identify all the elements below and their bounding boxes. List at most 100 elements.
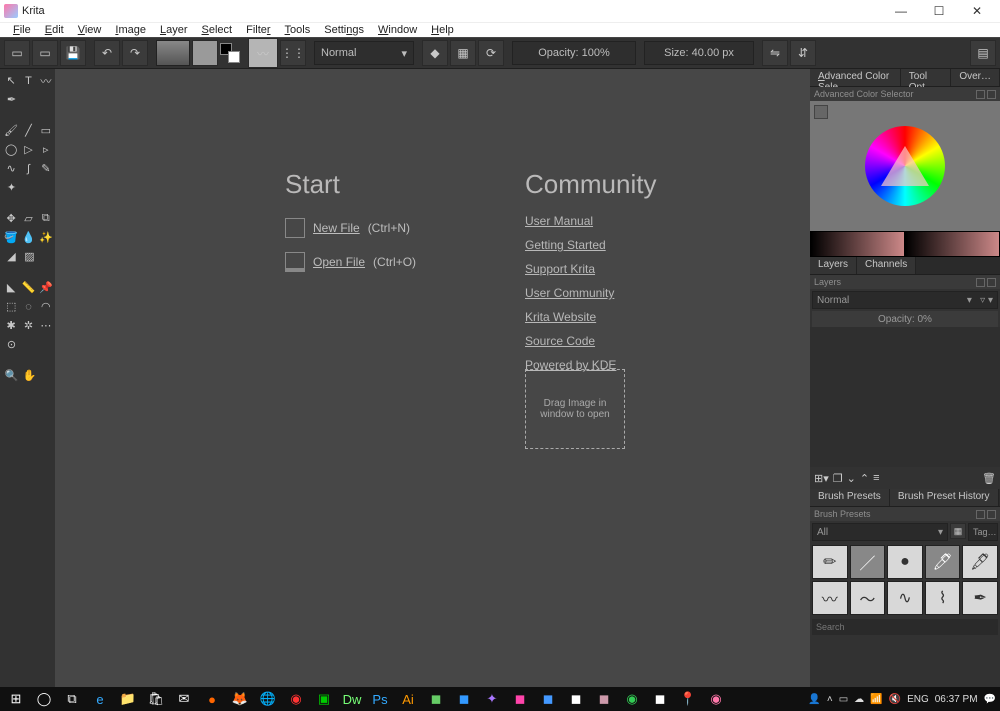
menu-view[interactable]: View bbox=[71, 23, 109, 37]
select-magnetic-tool[interactable]: ⊙ bbox=[4, 337, 19, 352]
brush-tool[interactable]: 🖌 bbox=[4, 123, 18, 138]
brush-preset[interactable]: 〰 bbox=[812, 581, 848, 615]
menu-edit[interactable]: Edit bbox=[38, 23, 71, 37]
freehand-path-tool[interactable]: ∫ bbox=[21, 161, 35, 176]
undo-button[interactable]: ↶ bbox=[94, 40, 120, 66]
brush-tag-filter[interactable]: All▾ bbox=[812, 523, 948, 541]
explorer-icon[interactable]: 📁 bbox=[116, 687, 140, 711]
app-icon[interactable]: ◼ bbox=[424, 687, 448, 711]
people-icon[interactable]: 👤 bbox=[808, 694, 820, 705]
mail-icon[interactable]: ✉ bbox=[172, 687, 196, 711]
layers-list[interactable] bbox=[810, 327, 1000, 467]
brush-editor-button[interactable]: ⋮⋮ bbox=[280, 40, 306, 66]
chrome-icon[interactable]: 🌐 bbox=[256, 687, 280, 711]
brush-preset[interactable]: 〜 bbox=[850, 581, 886, 615]
app-icon[interactable]: ◼ bbox=[536, 687, 560, 711]
battery-icon[interactable]: ▭ bbox=[839, 694, 848, 705]
opacity-slider[interactable]: Opacity: 100% bbox=[512, 41, 636, 65]
select-rect-tool[interactable]: ⬚ bbox=[4, 299, 18, 314]
app-icon[interactable]: ◼ bbox=[564, 687, 588, 711]
menu-file[interactable]: File bbox=[6, 23, 38, 37]
select-contiguous-tool[interactable]: ✱ bbox=[4, 318, 18, 333]
add-layer-button[interactable]: ⊞▾ bbox=[814, 472, 829, 485]
app-icon[interactable]: ◼ bbox=[648, 687, 672, 711]
move-tool[interactable]: ✥ bbox=[4, 211, 18, 226]
app-icon[interactable]: ▣ bbox=[312, 687, 336, 711]
reload-preset-button[interactable]: ⟳ bbox=[478, 40, 504, 66]
app-icon[interactable]: ◼ bbox=[592, 687, 616, 711]
gradient-swatch[interactable] bbox=[156, 40, 190, 66]
edge-icon[interactable]: e bbox=[88, 687, 112, 711]
menu-window[interactable]: Window bbox=[371, 23, 424, 37]
menu-image[interactable]: Image bbox=[108, 23, 153, 37]
transform-tool2[interactable]: ▱ bbox=[21, 211, 35, 226]
dyna-tool[interactable]: ✎ bbox=[39, 161, 53, 176]
duplicate-layer-button[interactable]: ❐ bbox=[833, 472, 843, 485]
start-menu-button[interactable]: ⊞ bbox=[4, 687, 28, 711]
brush-preset[interactable]: 🖋 bbox=[962, 545, 998, 579]
select-ellipse-tool[interactable]: ◌ bbox=[21, 299, 35, 314]
layer-opacity[interactable]: Opacity: 0% bbox=[812, 311, 998, 327]
krita-taskbar-icon[interactable]: ◉ bbox=[704, 687, 728, 711]
app-icon[interactable]: 📍 bbox=[676, 687, 700, 711]
pan-tool[interactable]: ✋ bbox=[22, 368, 37, 383]
mirror-v-button[interactable]: ⇵ bbox=[790, 40, 816, 66]
zoom-tool[interactable]: 🔍 bbox=[4, 368, 19, 383]
panel-float-icon[interactable] bbox=[976, 278, 985, 287]
reference-tool[interactable]: 📌 bbox=[39, 280, 53, 295]
multibrush-tool[interactable]: ✦ bbox=[4, 180, 19, 195]
text-tool[interactable]: T bbox=[21, 73, 35, 88]
menu-help[interactable]: Help bbox=[424, 23, 461, 37]
menu-layer[interactable]: Layer bbox=[153, 23, 195, 37]
open-file-link[interactable]: Open File (Ctrl+O) bbox=[285, 252, 416, 272]
crop-tool[interactable]: ⧉ bbox=[39, 211, 53, 226]
tab-tool-options[interactable]: Tool Opt… bbox=[901, 69, 952, 86]
pattern-swatch[interactable] bbox=[192, 40, 218, 66]
transform-tool[interactable]: ↖ bbox=[4, 73, 18, 88]
delete-layer-button[interactable]: 🗑 bbox=[982, 472, 996, 485]
eraser-mode-button[interactable]: ◆ bbox=[422, 40, 448, 66]
brush-preset[interactable]: 🖊 bbox=[925, 545, 961, 579]
brush-preset[interactable]: ✏ bbox=[812, 545, 848, 579]
fg-bg-colors[interactable] bbox=[220, 43, 240, 63]
tab-brush-history[interactable]: Brush Preset History bbox=[890, 489, 999, 506]
link-user-manual[interactable]: User Manual bbox=[525, 214, 656, 228]
menu-settings[interactable]: Settings bbox=[317, 23, 371, 37]
app-icon[interactable]: ◼ bbox=[508, 687, 532, 711]
link-krita-website[interactable]: Krita Website bbox=[525, 310, 656, 324]
app-icon[interactable]: ● bbox=[200, 687, 224, 711]
rect-tool[interactable]: ▭ bbox=[39, 123, 53, 138]
wifi-icon[interactable]: 📶 bbox=[870, 694, 882, 705]
brush-search[interactable]: Search bbox=[812, 619, 998, 635]
layer-properties-button[interactable]: ≡ bbox=[873, 472, 879, 484]
language-indicator[interactable]: ENG bbox=[907, 694, 929, 705]
link-user-community[interactable]: User Community bbox=[525, 286, 656, 300]
ellipse-tool[interactable]: ◯ bbox=[4, 142, 18, 157]
smart-patch-tool[interactable]: ✨ bbox=[39, 230, 53, 245]
brush-preset-button[interactable]: 〰 bbox=[248, 38, 278, 68]
pattern-tool[interactable]: ▨ bbox=[22, 249, 37, 264]
illustrator-icon[interactable]: Ai bbox=[396, 687, 420, 711]
brush-preset[interactable]: ∿ bbox=[887, 581, 923, 615]
tab-brush-presets[interactable]: Brush Presets bbox=[810, 489, 890, 506]
workspace-button[interactable]: ▤ bbox=[970, 40, 996, 66]
polygon-tool[interactable]: ▷ bbox=[21, 142, 35, 157]
line-tool[interactable]: ╱ bbox=[21, 123, 35, 138]
gradient-tool[interactable]: ◢ bbox=[4, 249, 19, 264]
link-support-krita[interactable]: Support Krita bbox=[525, 262, 656, 276]
chevron-up-icon[interactable]: ˄ bbox=[827, 694, 833, 705]
panel-float-icon[interactable] bbox=[976, 510, 985, 519]
whatsapp-icon[interactable]: ◉ bbox=[620, 687, 644, 711]
alpha-lock-button[interactable]: ▦ bbox=[450, 40, 476, 66]
mirror-h-button[interactable]: ⇋ bbox=[762, 40, 788, 66]
panel-close-icon[interactable] bbox=[987, 278, 996, 287]
brush-view-grid-icon[interactable]: ▦ bbox=[950, 523, 966, 539]
fill-tool[interactable]: 🪣 bbox=[4, 230, 18, 245]
panel-close-icon[interactable] bbox=[987, 90, 996, 99]
color-history[interactable] bbox=[810, 231, 1000, 257]
minimize-button[interactable]: — bbox=[882, 0, 920, 22]
tab-layers[interactable]: Layers bbox=[810, 257, 857, 274]
size-slider[interactable]: Size: 40.00 px bbox=[644, 41, 754, 65]
panel-float-icon[interactable] bbox=[976, 90, 985, 99]
move-layer-up-button[interactable]: ⌃ bbox=[860, 472, 869, 485]
